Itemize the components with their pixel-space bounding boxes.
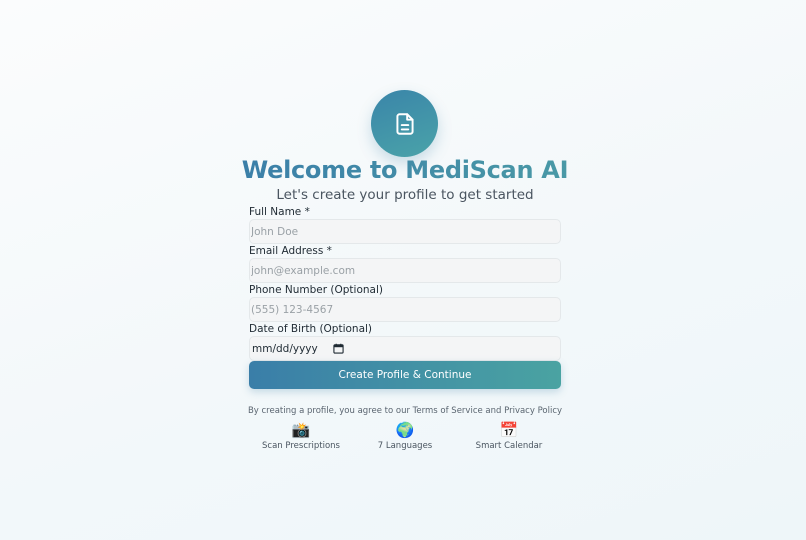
email-label: Email Address *: [249, 245, 332, 257]
feature-scan-prescriptions: 📸 Scan Prescriptions: [249, 422, 353, 451]
page-title: Welcome to MediScan AI: [229, 156, 581, 184]
phone-input[interactable]: [249, 297, 561, 322]
create-profile-button[interactable]: Create Profile & Continue: [249, 361, 561, 389]
calendar-icon: 📅: [499, 421, 519, 439]
page-subtitle: Let's create your profile to get started: [276, 187, 534, 203]
feature-languages: 🌍 7 Languages: [353, 422, 457, 451]
feature-list: 📸 Scan Prescriptions 🌍 7 Languages 📅 Sma…: [249, 422, 561, 454]
feature-smart-calendar: 📅 Smart Calendar: [457, 422, 561, 451]
feature-label: Smart Calendar: [475, 441, 543, 451]
globe-icon: 🌍: [395, 421, 415, 439]
dob-value: mm/dd/yyyy: [252, 342, 318, 355]
camera-icon: 📸: [291, 421, 311, 439]
document-icon: [395, 112, 414, 135]
full-name-input[interactable]: [249, 219, 561, 244]
terms-notice: By creating a profile, you agree to our …: [247, 406, 563, 416]
phone-label: Phone Number (Optional): [249, 284, 383, 296]
dob-label: Date of Birth (Optional): [249, 323, 373, 335]
feature-label: 7 Languages: [377, 441, 433, 451]
calendar-icon[interactable]: [333, 343, 344, 354]
logo: [371, 90, 438, 157]
full-name-label: Full Name *: [249, 206, 310, 218]
feature-label: Scan Prescriptions: [262, 441, 340, 451]
email-input[interactable]: [249, 258, 561, 283]
dob-input[interactable]: mm/dd/yyyy: [249, 336, 561, 361]
